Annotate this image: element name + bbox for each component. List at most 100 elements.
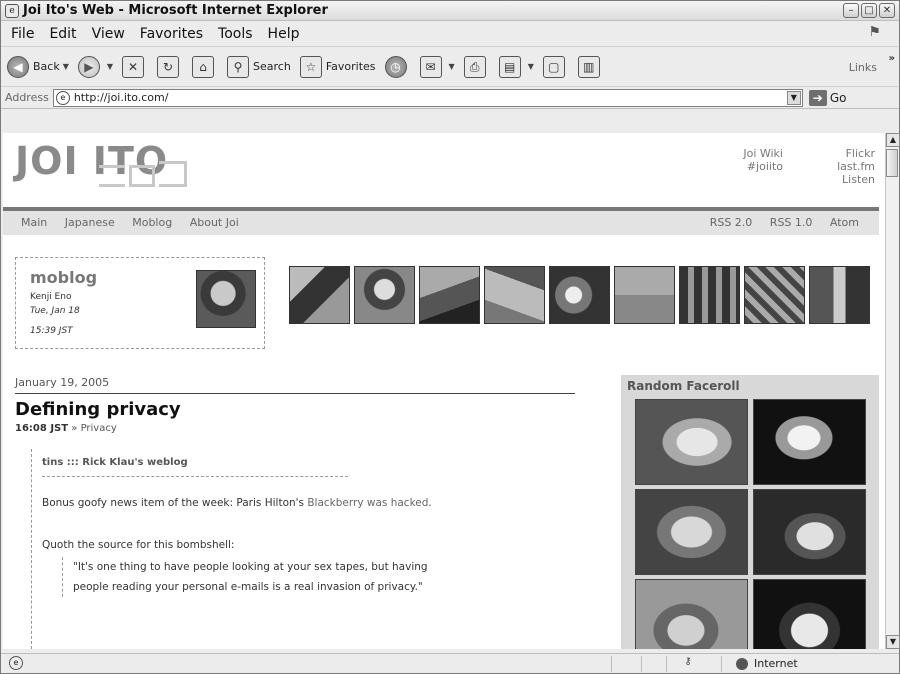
nav-moblog[interactable]: Moblog bbox=[132, 216, 172, 229]
post-meta: 16:08 JST » Privacy bbox=[15, 423, 117, 434]
home-icon: ⌂ bbox=[192, 55, 215, 78]
favorites-button[interactable]: ☆ Favorites bbox=[299, 55, 376, 78]
links-label[interactable]: Links bbox=[849, 61, 877, 74]
post-paragraph: Quoth the source for this bombshell: bbox=[42, 539, 235, 551]
edit-page-icon: ▤ bbox=[498, 55, 521, 78]
back-button[interactable]: ◀ Back ▼ bbox=[7, 55, 69, 78]
menu-favorites[interactable]: Favorites bbox=[140, 26, 203, 42]
thumbnail-photo[interactable] bbox=[549, 266, 610, 324]
search-icon: ⚲ bbox=[227, 55, 250, 78]
listen-link[interactable]: Listen bbox=[837, 173, 875, 186]
menu-file[interactable]: File bbox=[11, 26, 34, 42]
lastfm-link[interactable]: last.fm bbox=[837, 160, 875, 173]
mail-button[interactable]: ✉ ▼ bbox=[419, 55, 455, 78]
chevron-right-icon[interactable]: » bbox=[889, 53, 895, 64]
nav-main[interactable]: Main bbox=[21, 216, 47, 229]
faceroll-panel: Random Faceroll bbox=[621, 375, 879, 649]
forward-dropdown-icon[interactable]: ▼ bbox=[107, 62, 113, 71]
home-button[interactable]: ⌂ bbox=[192, 55, 218, 78]
standard-toolbar: ◀ Back ▼ ▶ ▼ ✕ ↻ ⌂ ⚲ Search ☆ Favorites … bbox=[1, 47, 899, 87]
post-paragraph: Bonus goofy news item of the week: Paris… bbox=[42, 497, 432, 509]
minimize-button[interactable]: – bbox=[843, 3, 859, 18]
joi-wiki-link[interactable]: Joi Wiki bbox=[743, 147, 783, 160]
thumbnail-photo[interactable] bbox=[484, 266, 545, 324]
vertical-scrollbar[interactable]: ▲ ▼ bbox=[885, 133, 900, 649]
header-links-col2: Flickr last.fm Listen bbox=[837, 147, 875, 186]
ie-app-icon: e bbox=[5, 3, 19, 18]
print-button[interactable]: ⎙ bbox=[463, 55, 490, 78]
chevron-down-icon[interactable]: ▼ bbox=[786, 90, 801, 105]
star-icon: ☆ bbox=[299, 55, 322, 78]
thumbnail-photo[interactable] bbox=[614, 266, 675, 324]
edit-dropdown-icon[interactable]: ▼ bbox=[528, 62, 534, 71]
thumbnail-photo[interactable] bbox=[744, 266, 805, 324]
post-separator: » bbox=[71, 423, 78, 434]
forward-arrow-icon: ▶ bbox=[77, 55, 100, 78]
menu-tools[interactable]: Tools bbox=[218, 26, 253, 42]
moblog-date: Tue, Jan 18 bbox=[30, 306, 80, 316]
edit-button[interactable]: ▤ ▼ bbox=[498, 55, 534, 78]
faceroll-title: Random Faceroll bbox=[627, 379, 740, 393]
post-title[interactable]: Defining privacy bbox=[15, 399, 181, 420]
moblog-author: Kenji Eno bbox=[30, 292, 72, 302]
history-button[interactable]: ◷ bbox=[384, 55, 411, 78]
nav-rss20[interactable]: RSS 2.0 bbox=[710, 216, 753, 229]
scroll-thumb[interactable] bbox=[886, 149, 898, 177]
face-photo[interactable] bbox=[635, 399, 748, 485]
search-button[interactable]: ⚲ Search bbox=[227, 55, 291, 78]
post-category[interactable]: Privacy bbox=[81, 423, 117, 434]
face-photo[interactable] bbox=[753, 399, 866, 485]
close-button[interactable]: ✕ bbox=[879, 3, 895, 18]
face-photo[interactable] bbox=[635, 489, 748, 575]
privacy-icon[interactable]: ⚷ bbox=[681, 656, 695, 670]
moblog-photo[interactable] bbox=[196, 270, 256, 328]
refresh-button[interactable]: ↻ bbox=[157, 55, 183, 78]
title-bar: e Joi Ito's Web - Microsoft Internet Exp… bbox=[1, 1, 899, 21]
quote-source[interactable]: tins ::: Rick Klau's weblog bbox=[42, 457, 348, 477]
site-nav: Main Japanese Moblog About Joi RSS 2.0 R… bbox=[3, 211, 879, 235]
face-photo[interactable] bbox=[635, 579, 748, 649]
logo-kanji-graphic bbox=[99, 161, 189, 191]
nav-about[interactable]: About Joi bbox=[190, 216, 239, 229]
menu-edit[interactable]: Edit bbox=[49, 26, 76, 42]
research-icon: ▥ bbox=[577, 55, 600, 78]
status-divider bbox=[611, 656, 612, 672]
status-divider bbox=[666, 656, 667, 672]
maximize-button[interactable]: □ bbox=[861, 3, 877, 18]
discuss-icon: ▢ bbox=[542, 55, 565, 78]
blackberry-link[interactable]: Blackberry was hacked bbox=[307, 497, 428, 509]
stop-icon: ✕ bbox=[122, 55, 145, 78]
moblog-thumbnails bbox=[289, 266, 870, 324]
thumbnail-photo[interactable] bbox=[419, 266, 480, 324]
discuss-button[interactable]: ▢ bbox=[542, 55, 569, 78]
face-photo[interactable] bbox=[753, 489, 866, 575]
stop-button[interactable]: ✕ bbox=[122, 55, 148, 78]
face-photo[interactable] bbox=[753, 579, 866, 649]
joiito-link[interactable]: #joiito bbox=[743, 160, 783, 173]
window-title: Joi Ito's Web - Microsoft Internet Explo… bbox=[23, 3, 328, 18]
scroll-down-icon[interactable]: ▼ bbox=[886, 635, 900, 649]
status-divider bbox=[721, 656, 722, 672]
thumbnail-photo[interactable] bbox=[679, 266, 740, 324]
address-input[interactable]: e http://joi.ito.com/ ▼ bbox=[52, 88, 803, 107]
menu-help[interactable]: Help bbox=[268, 26, 300, 42]
thumbnail-photo[interactable] bbox=[289, 266, 350, 324]
nav-japanese[interactable]: Japanese bbox=[65, 216, 115, 229]
research-button[interactable]: ▥ bbox=[577, 55, 604, 78]
post-time[interactable]: 16:08 JST bbox=[15, 423, 68, 434]
mail-dropdown-icon[interactable]: ▼ bbox=[449, 62, 455, 71]
moblog-title[interactable]: moblog bbox=[30, 268, 97, 287]
go-button[interactable]: ➔ Go bbox=[808, 89, 846, 106]
nav-rss10[interactable]: RSS 1.0 bbox=[770, 216, 813, 229]
page-icon: e bbox=[55, 90, 70, 105]
post-body: tins ::: Rick Klau's weblog Bonus goofy … bbox=[31, 449, 551, 649]
address-bar: Address e http://joi.ito.com/ ▼ ➔ Go bbox=[1, 87, 899, 109]
thumbnail-photo[interactable] bbox=[809, 266, 870, 324]
nav-atom[interactable]: Atom bbox=[830, 216, 859, 229]
thumbnail-photo[interactable] bbox=[354, 266, 415, 324]
scroll-up-icon[interactable]: ▲ bbox=[886, 133, 900, 147]
flickr-link[interactable]: Flickr bbox=[837, 147, 875, 160]
menu-view[interactable]: View bbox=[92, 26, 125, 42]
back-dropdown-icon[interactable]: ▼ bbox=[63, 62, 69, 71]
forward-button[interactable]: ▶ ▼ bbox=[77, 55, 113, 78]
